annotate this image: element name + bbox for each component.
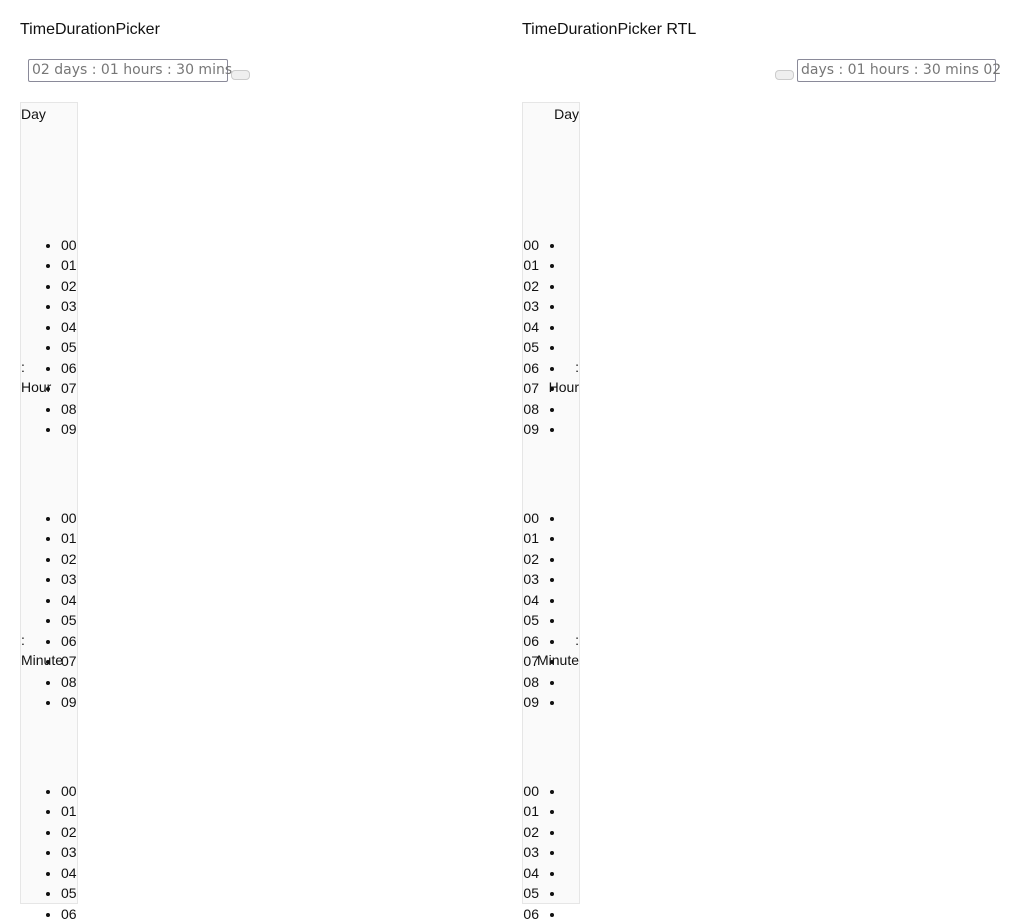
ltr-day-option[interactable]: 00 <box>61 235 77 255</box>
ltr-day-option[interactable]: 08 <box>61 399 77 419</box>
rtl-minute-option[interactable]: 04 <box>523 863 539 883</box>
ltr-hour-list: 00010203040506070809 <box>21 508 77 712</box>
ltr-minute-option[interactable]: 03 <box>61 842 77 862</box>
rtl-day-option[interactable]: 05 <box>523 337 539 357</box>
ltr-minute-option[interactable]: 02 <box>61 822 77 842</box>
rtl-hour-option[interactable]: 04 <box>523 590 539 610</box>
rtl-day-option[interactable]: 07 <box>523 378 539 398</box>
rtl-hour-option[interactable]: 01 <box>523 528 539 548</box>
ltr-hour-option[interactable]: 04 <box>61 590 77 610</box>
ltr-hour-separator: : <box>21 359 25 375</box>
rtl-day-option[interactable]: 00 <box>523 235 539 255</box>
ltr-day-label: Day <box>21 106 46 122</box>
rtl-toggle-button[interactable] <box>775 70 794 80</box>
rtl-hour-option[interactable]: 02 <box>523 549 539 569</box>
rtl-hour-separator: : <box>575 359 579 375</box>
ltr-title: TimeDurationPicker <box>20 21 160 38</box>
ltr-toggle-button[interactable] <box>231 70 250 80</box>
rtl-day-option[interactable]: 03 <box>523 296 539 316</box>
rtl-hour-option[interactable]: 09 <box>523 692 539 712</box>
ltr-minute-option[interactable]: 05 <box>61 883 77 903</box>
ltr-duration-input[interactable]: 02 days : 01 hours : 30 mins <box>28 59 232 82</box>
ltr-minute-option[interactable]: 06 <box>61 904 77 924</box>
rtl-hour-option[interactable]: 08 <box>523 672 539 692</box>
ltr-minute-option[interactable]: 00 <box>61 781 77 801</box>
ltr-hour-option[interactable]: 07 <box>61 651 77 671</box>
ltr-hour-option[interactable]: 02 <box>61 549 77 569</box>
ltr-hour-option[interactable]: 06 <box>61 631 77 651</box>
rtl-hour-list: 00010203040506070809 <box>523 508 579 712</box>
rtl-day-option[interactable]: 02 <box>523 276 539 296</box>
rtl-minute-option[interactable]: 03 <box>523 842 539 862</box>
ltr-day-list: 00010203040506070809 <box>21 235 77 439</box>
ltr-hour-option[interactable]: 09 <box>61 692 77 712</box>
rtl-picker-panel: Day 00010203040506070809 : Hour 00010203… <box>522 102 580 922</box>
rtl-day-option[interactable]: 06 <box>523 358 539 378</box>
rtl-duration-input[interactable]: days : 01 hours : 30 mins 02 <box>797 59 1001 82</box>
rtl-minute-option[interactable]: 06 <box>523 904 539 924</box>
rtl-day-option[interactable]: 04 <box>523 317 539 337</box>
ltr-day-option[interactable]: 04 <box>61 317 77 337</box>
rtl-hour-option[interactable]: 06 <box>523 631 539 651</box>
rtl-minute-option[interactable]: 02 <box>523 822 539 842</box>
ltr-day-option[interactable]: 09 <box>61 419 77 439</box>
rtl-day-option[interactable]: 01 <box>523 255 539 275</box>
rtl-day-label: Day <box>554 106 579 122</box>
ltr-minute-option[interactable]: 01 <box>61 801 77 821</box>
rtl-minute-option[interactable]: 01 <box>523 801 539 821</box>
ltr-minute-option[interactable]: 04 <box>61 863 77 883</box>
rtl-minute-option[interactable]: 00 <box>523 781 539 801</box>
ltr-day-option[interactable]: 06 <box>61 358 77 378</box>
ltr-hour-option[interactable]: 00 <box>61 508 77 528</box>
rtl-day-list: 00010203040506070809 <box>523 235 579 439</box>
rtl-minute-option[interactable]: 05 <box>523 883 539 903</box>
ltr-hour-option[interactable]: 08 <box>61 672 77 692</box>
ltr-hour-option[interactable]: 03 <box>61 569 77 589</box>
rtl-minute-separator: : <box>575 632 579 648</box>
ltr-hour-option[interactable]: 05 <box>61 610 77 630</box>
ltr-picker-panel: Day 00010203040506070809 : Hour 00010203… <box>20 102 78 922</box>
rtl-hour-option[interactable]: 00 <box>523 508 539 528</box>
ltr-hour-option[interactable]: 01 <box>61 528 77 548</box>
ltr-minute-list: 00010203040506 <box>21 781 77 924</box>
rtl-title: TimeDurationPicker RTL <box>522 21 697 38</box>
rtl-hour-option[interactable]: 05 <box>523 610 539 630</box>
rtl-day-option[interactable]: 09 <box>523 419 539 439</box>
ltr-day-option[interactable]: 07 <box>61 378 77 398</box>
rtl-minute-list: 00010203040506 <box>523 781 579 924</box>
ltr-day-option[interactable]: 01 <box>61 255 77 275</box>
rtl-hour-label: Hour <box>548 379 579 395</box>
ltr-day-option[interactable]: 05 <box>61 337 77 357</box>
ltr-day-option[interactable]: 02 <box>61 276 77 296</box>
ltr-minute-separator: : <box>21 632 25 648</box>
rtl-day-option[interactable]: 08 <box>523 399 539 419</box>
ltr-hour-label: Hour <box>21 379 52 395</box>
rtl-minute-label: Minute <box>536 652 579 668</box>
ltr-minute-label: Minute <box>21 652 64 668</box>
ltr-day-option[interactable]: 03 <box>61 296 77 316</box>
rtl-hour-option[interactable]: 03 <box>523 569 539 589</box>
